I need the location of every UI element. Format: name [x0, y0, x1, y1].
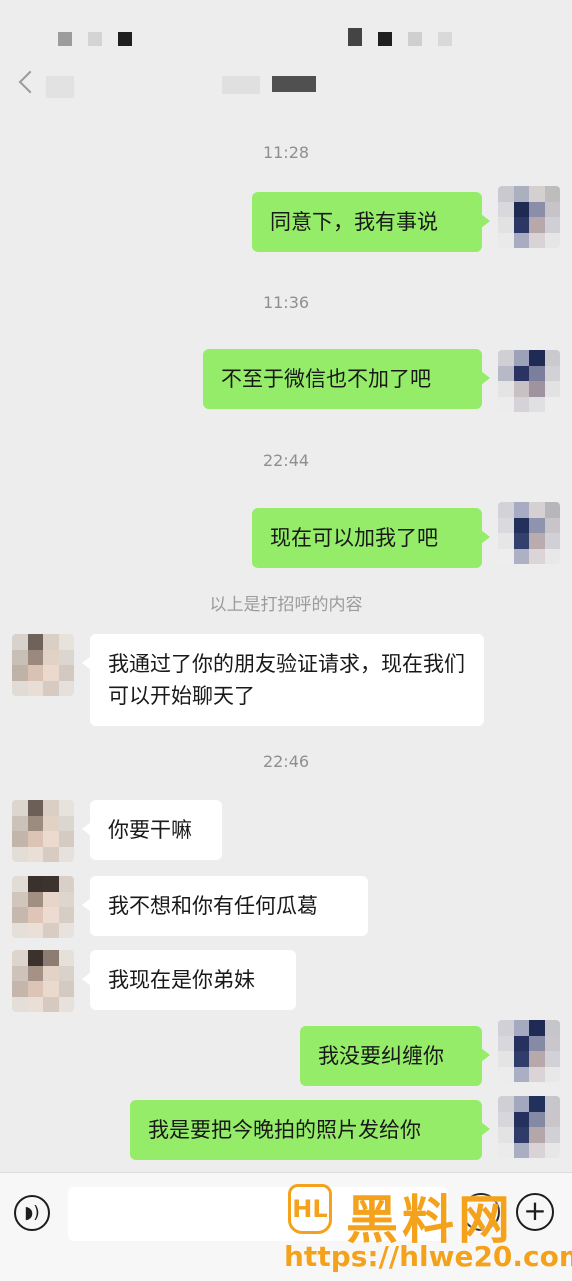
- status-pixel: [58, 32, 72, 46]
- contact-avatar[interactable]: [12, 800, 74, 862]
- my-avatar[interactable]: [498, 350, 560, 412]
- my-avatar[interactable]: [498, 1096, 560, 1158]
- timestamp: 22:46: [262, 752, 310, 771]
- incoming-message-bubble[interactable]: 我通过了你的朋友验证请求，现在我们可以开始聊天了: [82, 634, 484, 726]
- chat-title-pixelated: [272, 76, 316, 92]
- my-avatar[interactable]: [498, 186, 560, 248]
- outgoing-message-bubble[interactable]: 现在可以加我了吧: [252, 508, 490, 568]
- incoming-message-bubble[interactable]: 我现在是你弟妹: [82, 950, 296, 1010]
- status-pixel: [118, 32, 132, 46]
- nfc-icon: [348, 28, 362, 46]
- my-avatar[interactable]: [498, 502, 560, 564]
- unread-count-pixelated: [46, 76, 74, 98]
- outgoing-message-bubble[interactable]: 我是要把今晚拍的照片发给你: [130, 1100, 490, 1160]
- timestamp: 11:28: [262, 143, 310, 162]
- status-pixel: [408, 32, 422, 46]
- watermark: HL 黑料网 https://hlwe20.com: [280, 1178, 572, 1278]
- incoming-message-bubble[interactable]: 你要干嘛: [82, 800, 222, 860]
- timestamp: 11:36: [262, 293, 310, 312]
- chat-area[interactable]: 11:28 同意下，我有事说 11:36 不至于微信也不加了吧 22:44 现在…: [0, 120, 572, 1172]
- contact-avatar[interactable]: [12, 950, 74, 1012]
- contact-avatar[interactable]: [12, 876, 74, 938]
- status-pixel: [378, 32, 392, 46]
- timestamp: 22:44: [262, 451, 310, 470]
- status-pixel: [438, 32, 452, 46]
- watermark-logo-icon: HL: [288, 1184, 332, 1234]
- chat-title-pixelated: [222, 76, 260, 94]
- voice-icon[interactable]: ◗): [14, 1195, 50, 1231]
- my-avatar[interactable]: [498, 1020, 560, 1082]
- status-pixel: [88, 32, 102, 46]
- incoming-message-bubble[interactable]: 我不想和你有任何瓜葛: [82, 876, 368, 936]
- outgoing-message-bubble[interactable]: 同意下，我有事说: [252, 192, 490, 252]
- contact-avatar[interactable]: [12, 634, 74, 696]
- watermark-url: https://hlwe20.com: [284, 1240, 572, 1273]
- outgoing-message-bubble[interactable]: 不至于微信也不加了吧: [203, 349, 490, 409]
- outgoing-message-bubble[interactable]: 我没要纠缠你: [300, 1026, 490, 1086]
- system-notice: 以上是打招呼的内容: [209, 595, 363, 615]
